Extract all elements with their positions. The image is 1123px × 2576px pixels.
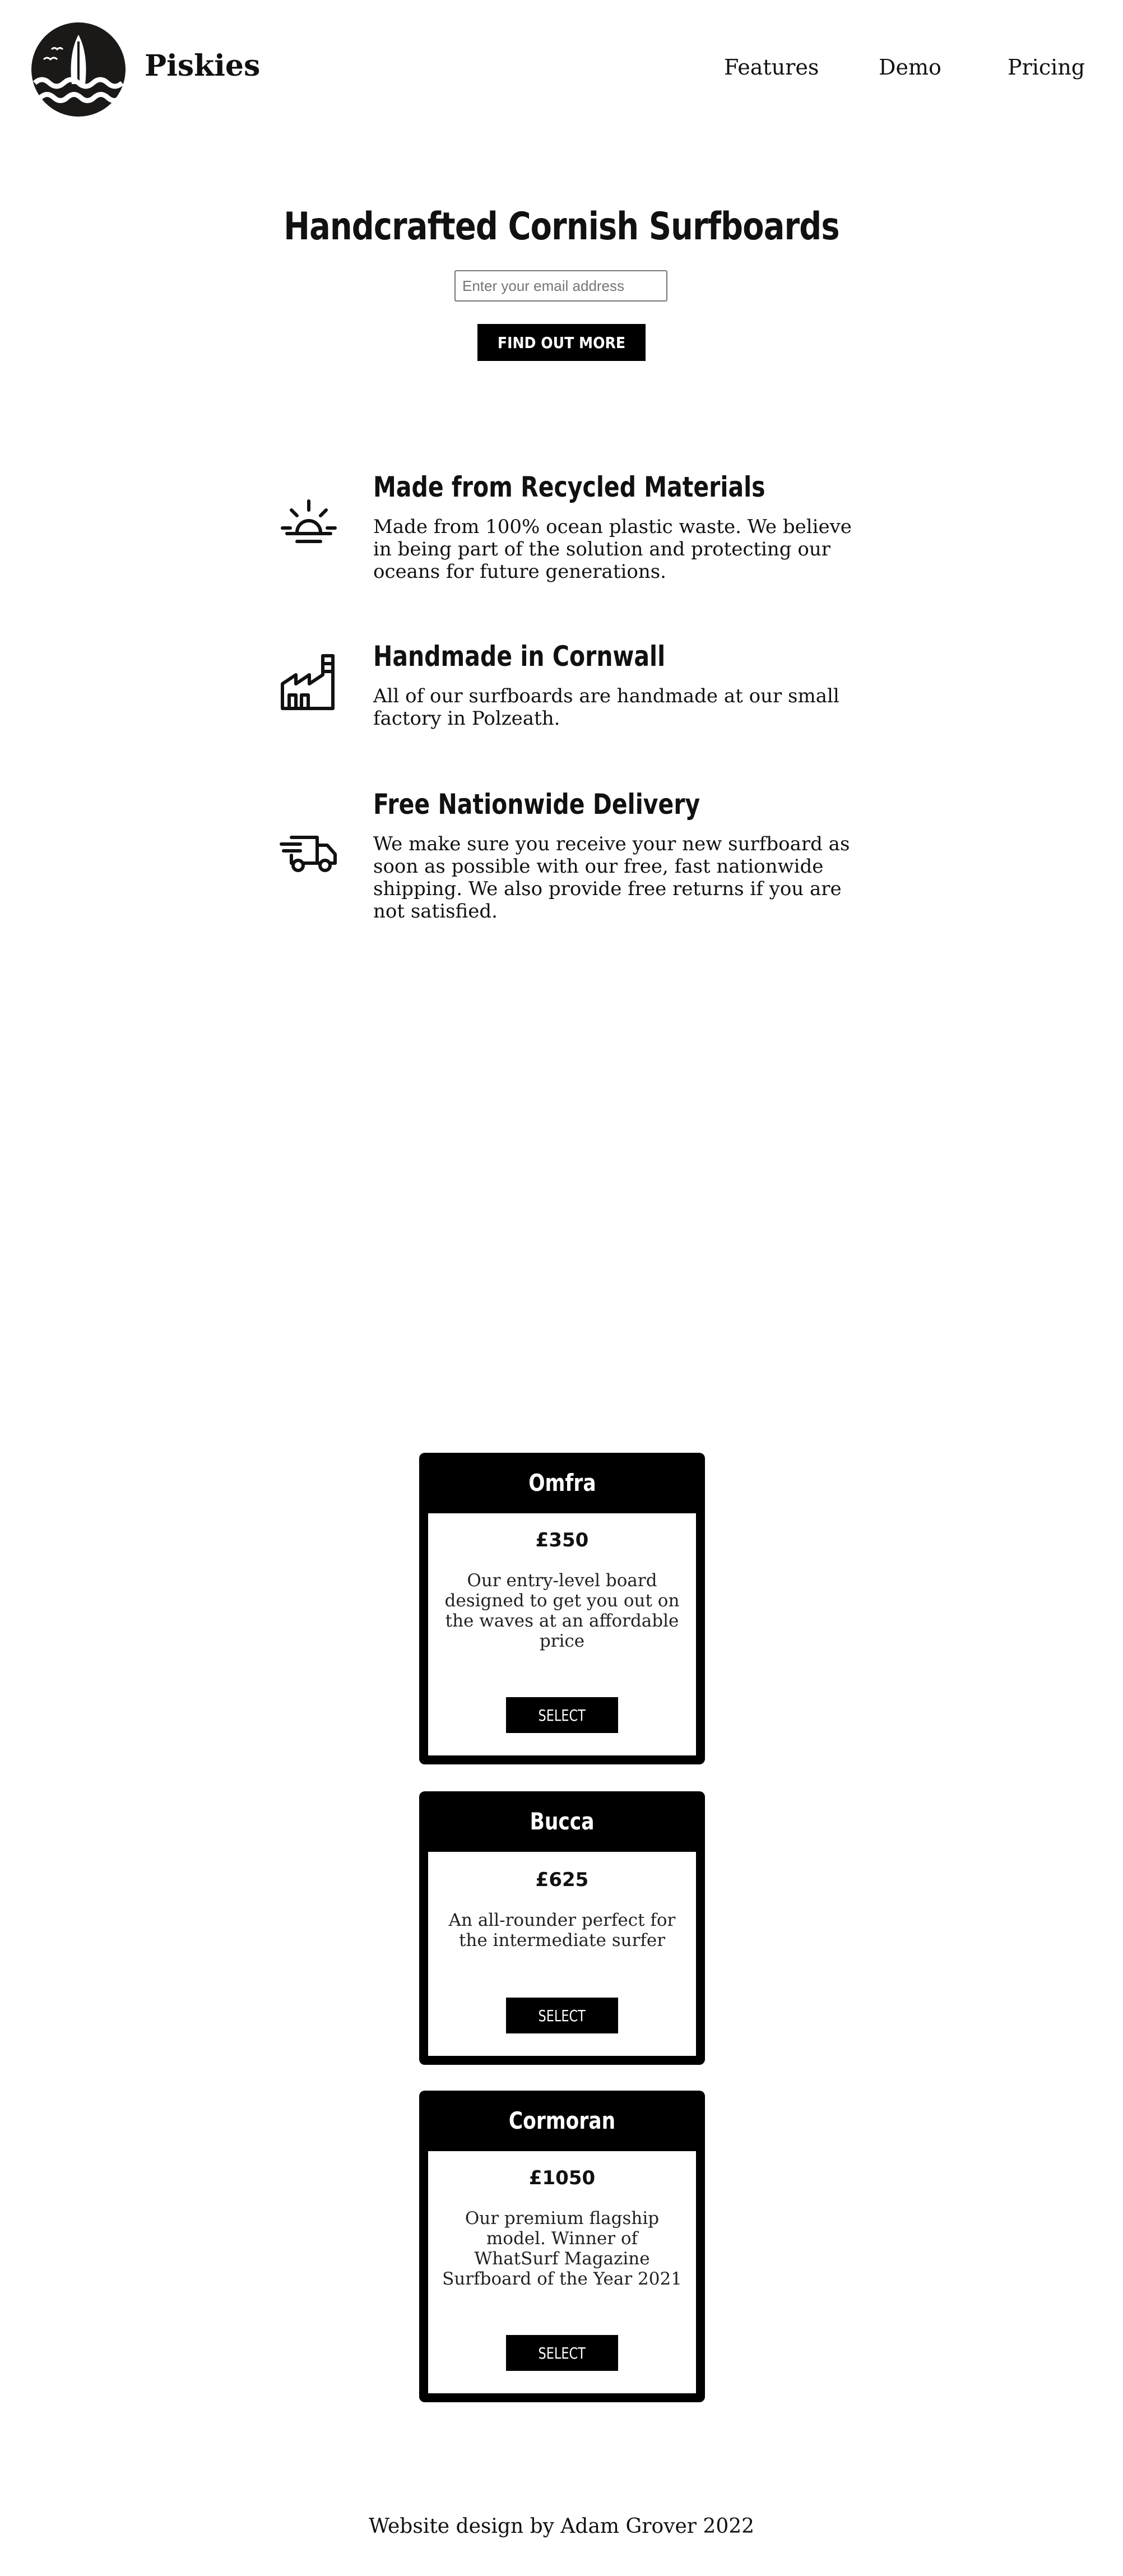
brand-logo xyxy=(31,22,126,117)
card-description: Our premium flagship model. Winner of Wh… xyxy=(442,2208,682,2289)
find-out-more-button[interactable]: FIND OUT MORE xyxy=(477,324,646,361)
brand-name[interactable]: Piskies xyxy=(145,48,260,84)
sunrise-icon xyxy=(278,493,340,555)
select-button-bucca[interactable]: SELECT xyxy=(506,1998,618,2033)
card-title: Omfra xyxy=(528,1469,596,1497)
pricing-card-omfra: Omfra £350 Our entry-level board designe… xyxy=(419,1453,705,1764)
feature-text-handmade: All of our surfboards are handmade at ou… xyxy=(373,685,839,730)
feature-title-delivery: Free Nationwide Delivery xyxy=(373,788,700,821)
feature-text-delivery: We make sure you receive your new surfbo… xyxy=(373,833,850,923)
footer-credit: Website design by Adam Grover 2022 xyxy=(368,2515,755,2538)
card-price: £625 xyxy=(535,1869,589,1891)
feature-title-handmade: Handmade in Cornwall xyxy=(373,640,666,673)
nav-link-demo[interactable]: Demo xyxy=(879,54,941,81)
feature-title-recycled: Made from Recycled Materials xyxy=(373,471,765,503)
pricing-card-bucca: Bucca £625 An all-rounder perfect for th… xyxy=(419,1791,705,2065)
nav-link-pricing[interactable]: Pricing xyxy=(1008,54,1085,81)
card-description: An all-rounder perfect for the intermedi… xyxy=(448,1910,676,1950)
card-title: Bucca xyxy=(530,1808,595,1835)
email-input[interactable] xyxy=(454,270,667,302)
card-price: £350 xyxy=(535,1529,589,1551)
delivery-truck-icon xyxy=(278,821,340,882)
card-price: £1050 xyxy=(528,2167,596,2189)
surfboard-waves-logo-icon xyxy=(31,22,126,117)
hero-title: Handcrafted Cornish Surfboards xyxy=(284,205,839,249)
pricing-card-cormoran: Cormoran £1050 Our premium flagship mode… xyxy=(419,2091,705,2402)
nav-link-features[interactable]: Features xyxy=(724,54,819,81)
factory-icon xyxy=(278,650,340,712)
feature-text-recycled: Made from 100% ocean plastic waste. We b… xyxy=(373,516,852,583)
select-button-cormoran[interactable]: SELECT xyxy=(506,2335,618,2371)
card-description: Our entry-level board designed to get yo… xyxy=(444,1570,680,1651)
select-button-omfra[interactable]: SELECT xyxy=(506,1697,618,1733)
card-title: Cormoran xyxy=(508,2107,616,2134)
